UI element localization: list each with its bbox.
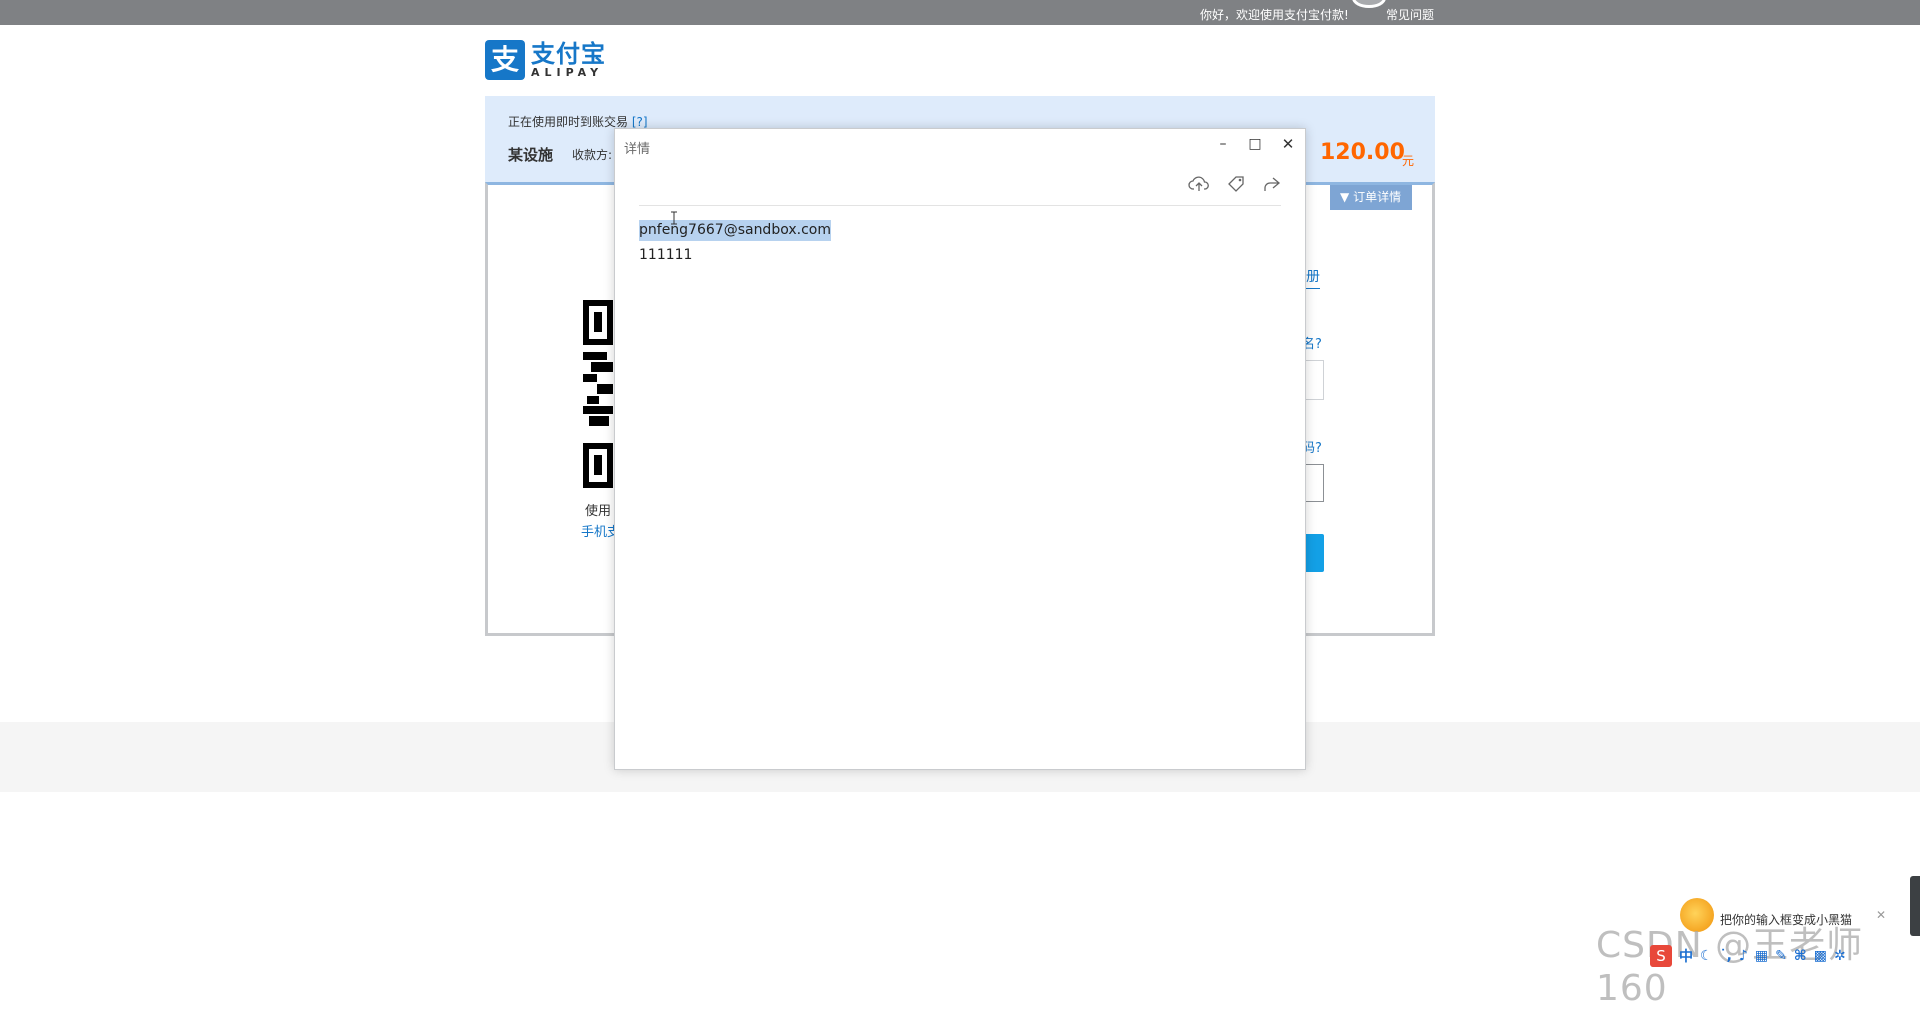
tag-icon[interactable] xyxy=(1225,173,1247,195)
avatar[interactable] xyxy=(1352,0,1386,8)
order-detail-button[interactable]: ▼ 订单详情 xyxy=(1330,185,1412,210)
maximize-button[interactable]: □ xyxy=(1242,133,1268,155)
grid-menu-icon[interactable]: ▩ xyxy=(1814,948,1827,964)
faq-link[interactable]: 常见问题 xyxy=(1386,6,1434,23)
moon-icon[interactable]: ☾ xyxy=(1700,948,1713,964)
merchant-name: 某设施 xyxy=(508,146,554,164)
selected-email-text[interactable]: pnfeng7667@sandbox.com xyxy=(639,220,831,241)
caret-down-icon: ▼ xyxy=(1340,190,1350,204)
punctuation-icon[interactable]: ˙, xyxy=(1720,948,1732,964)
amount-unit: 元 xyxy=(1402,154,1415,168)
microphone-icon[interactable]: ♪ xyxy=(1739,948,1748,964)
details-window[interactable]: 详情 – □ ✕ pnfeng7667@sandbox.com 111111 xyxy=(614,128,1306,770)
minimize-button[interactable]: – xyxy=(1210,133,1236,155)
transaction-help-link[interactable]: [?] xyxy=(632,115,648,129)
payee-label: 收款方: xyxy=(572,148,613,162)
qr-scan-label: 使用 xyxy=(585,504,612,519)
transaction-tip-text: 正在使用即时到账交易 xyxy=(508,115,629,129)
text-cursor-icon xyxy=(671,211,677,225)
qr-code xyxy=(583,300,613,488)
password-text[interactable]: 111111 xyxy=(639,247,692,263)
welcome-text: 你好，欢迎使用支付宝付款! xyxy=(1200,8,1349,22)
order-amount: 120.00 xyxy=(1320,140,1405,165)
ime-mode-chinese[interactable]: 中 xyxy=(1679,946,1693,966)
close-button[interactable]: ✕ xyxy=(1275,133,1301,155)
skin-icon[interactable]: ✎ xyxy=(1775,948,1787,964)
cloud-upload-icon[interactable] xyxy=(1188,173,1210,195)
share-icon[interactable] xyxy=(1260,173,1282,195)
sogou-logo-icon[interactable]: S xyxy=(1650,945,1672,967)
window-title: 详情 xyxy=(624,142,651,157)
top-bar: 你好，欢迎使用支付宝付款! 常见问题 xyxy=(0,0,1920,25)
alipay-logo[interactable]: 支 支付宝 ALIPAY xyxy=(485,40,606,80)
order-detail-label: 订单详情 xyxy=(1353,190,1402,204)
toolbar-divider xyxy=(639,205,1281,206)
register-link[interactable]: 册 xyxy=(1306,266,1320,289)
alipay-logo-cn: 支付宝 xyxy=(531,40,606,68)
game-icon[interactable]: ⌘ xyxy=(1794,948,1807,964)
alipay-logo-mark: 支 xyxy=(485,40,525,80)
ime-toolbar[interactable]: S 中 ☾ ˙, ♪ ▦ ✎ ⌘ ▩ ✲ xyxy=(1650,944,1920,968)
side-dock-strip[interactable] xyxy=(1910,876,1920,936)
settings-icon[interactable]: ✲ xyxy=(1834,948,1846,964)
alipay-logo-en: ALIPAY xyxy=(531,66,604,79)
keyboard-icon[interactable]: ▦ xyxy=(1755,948,1768,964)
